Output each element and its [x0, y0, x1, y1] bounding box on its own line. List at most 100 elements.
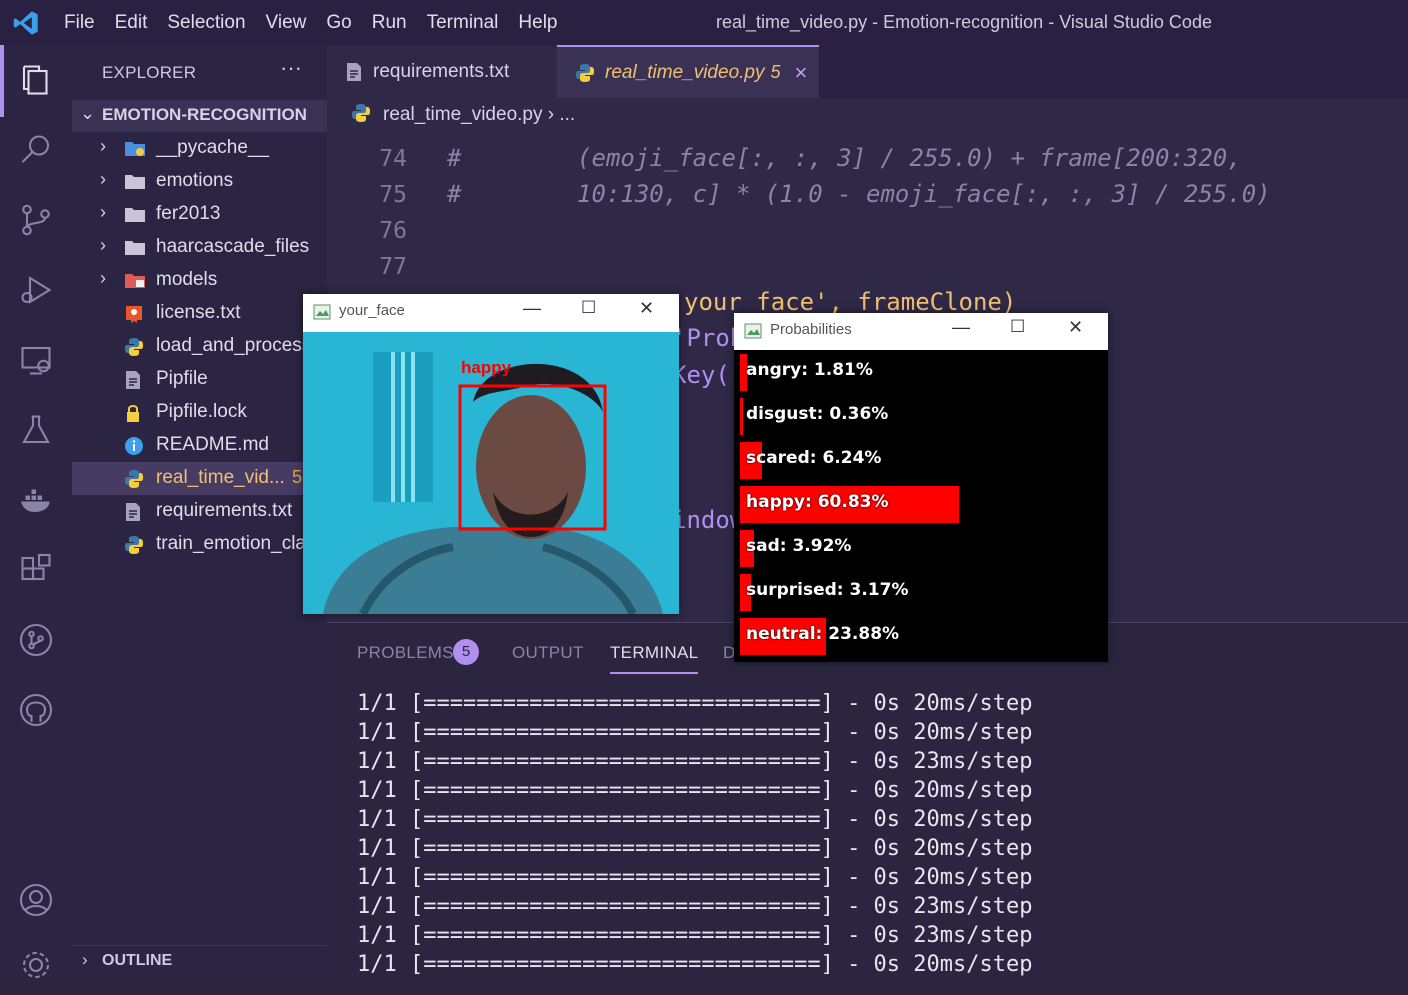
- window-title: Probabilities: [770, 321, 852, 338]
- tree-folder[interactable]: › models: [72, 264, 327, 297]
- menu-view[interactable]: View: [266, 12, 307, 34]
- terminal-line: 1/1 [==============================] - 0…: [357, 894, 1033, 919]
- line-number: 74: [379, 146, 407, 172]
- tab-terminal[interactable]: TERMINAL: [610, 643, 699, 674]
- tree-file[interactable]: real_time_vid... 5: [72, 462, 327, 495]
- activity-active-indicator: [0, 45, 4, 117]
- github-activity[interactable]: [0, 680, 72, 740]
- folder-icon: [124, 205, 146, 225]
- probability-row: neutral: 23.88%: [734, 616, 1108, 656]
- menu-terminal[interactable]: Terminal: [427, 12, 499, 34]
- breadcrumb: real_time_video.py › ...: [327, 98, 1408, 132]
- breadcrumb-file[interactable]: real_time_video.py › ...: [383, 104, 575, 126]
- probability-row: disgust: 0.36%: [734, 396, 1108, 436]
- probabilities-window[interactable]: Probabilities — ☐ ✕ angry: 1.81% disgust:…: [734, 313, 1108, 662]
- more-actions-button[interactable]: ···: [280, 55, 302, 81]
- problem-count-badge: 5: [292, 467, 303, 487]
- menu-file[interactable]: File: [64, 12, 95, 34]
- chevron-right-icon: ›: [82, 950, 88, 969]
- tab-problems[interactable]: PROBLEMS: [357, 643, 454, 663]
- python-icon: [576, 63, 594, 82]
- folder-red-icon: [124, 271, 146, 291]
- probability-row: sad: 3.92%: [734, 528, 1108, 568]
- chevron-right-icon: ›: [100, 235, 106, 255]
- tab-real-time-video[interactable]: real_time_video.py 5 ×: [557, 45, 819, 98]
- webcam-frame: happy: [303, 332, 679, 614]
- workspace-folder-header[interactable]: ⌄ EMOTION-RECOGNITION: [72, 100, 327, 132]
- menu-bar: File Edit Selection View Go Run Terminal…: [54, 0, 568, 45]
- tree-file[interactable]: requirements.txt: [72, 495, 327, 528]
- search-activity[interactable]: [0, 120, 72, 180]
- tree-item-label: __pycache__: [156, 137, 270, 158]
- terminal-line: 1/1 [==============================] - 0…: [357, 749, 1033, 774]
- tree-folder[interactable]: › emotions: [72, 165, 327, 198]
- window-app-icon: [744, 323, 762, 339]
- folder-icon: [124, 238, 146, 258]
- flask-icon: [22, 415, 50, 444]
- gear-icon: [22, 951, 50, 979]
- menu-run[interactable]: Run: [372, 12, 407, 34]
- close-icon[interactable]: ✕: [1068, 317, 1083, 338]
- source-control-activity[interactable]: [0, 190, 72, 250]
- docker-icon: [21, 489, 50, 512]
- manage-activity[interactable]: [0, 935, 72, 995]
- testing-activity[interactable]: [0, 400, 72, 460]
- tree-file[interactable]: license.txt: [72, 297, 327, 330]
- workspace-folder-name: EMOTION-RECOGNITION: [102, 105, 307, 124]
- files-icon: [22, 65, 48, 95]
- probability-label: sad: 3.92%: [746, 536, 852, 556]
- menu-help[interactable]: Help: [518, 12, 557, 34]
- minimize-icon[interactable]: —: [952, 317, 970, 338]
- probability-row: surprised: 3.17%: [734, 572, 1108, 612]
- tree-folder[interactable]: › __pycache__: [72, 132, 327, 165]
- search-icon: [21, 135, 50, 163]
- maximize-icon[interactable]: ☐: [581, 298, 596, 318]
- activity-bar: [0, 45, 72, 979]
- extensions-activity[interactable]: [0, 540, 72, 600]
- tree-item-label: train_emotion_classifier.py: [156, 533, 327, 554]
- accounts-activity[interactable]: [0, 870, 72, 930]
- probability-label: happy: 60.83%: [746, 492, 889, 512]
- tree-file[interactable]: load_and_process.py: [72, 330, 327, 363]
- tree-file[interactable]: Pipfile.lock: [72, 396, 327, 429]
- tree-folder[interactable]: › haarcascade_files: [72, 231, 327, 264]
- run-debug-activity[interactable]: [0, 260, 72, 320]
- extensions-icon: [21, 553, 51, 581]
- close-icon[interactable]: ×: [795, 60, 808, 86]
- tree-item-label: README.md: [156, 434, 269, 455]
- line-number: 75: [379, 182, 407, 208]
- emotion-label: happy: [461, 358, 512, 377]
- problems-badge: 5: [453, 639, 479, 665]
- git-graph-activity[interactable]: [0, 610, 72, 670]
- window-app-icon: [313, 304, 331, 320]
- outline-section[interactable]: › OUTLINE: [72, 945, 327, 972]
- tree-file[interactable]: README.md: [72, 429, 327, 462]
- probability-label: scared: 6.24%: [746, 448, 882, 468]
- explorer-activity[interactable]: [0, 50, 72, 110]
- tree-item-label: haarcascade_files: [156, 236, 310, 257]
- terminal-line: 1/1 [==============================] - 0…: [357, 807, 1033, 832]
- remote-explorer-activity[interactable]: [0, 330, 72, 390]
- chevron-right-icon: ›: [100, 202, 106, 222]
- menu-selection[interactable]: Selection: [167, 12, 245, 34]
- tab-output[interactable]: OUTPUT: [512, 643, 584, 663]
- terminal-line: 1/1 [==============================] - 0…: [357, 836, 1033, 861]
- probability-row: scared: 6.24%: [734, 440, 1108, 480]
- menu-go[interactable]: Go: [326, 12, 351, 34]
- editor-tabs: requirements.txt real_time_video.py 5 ×: [327, 45, 1408, 98]
- close-icon[interactable]: ✕: [639, 298, 654, 319]
- terminal-line: 1/1 [==============================] - 0…: [357, 778, 1033, 803]
- docker-activity[interactable]: [0, 470, 72, 530]
- your-face-window[interactable]: your_face — ☐ ✕ happy: [303, 294, 679, 614]
- tree-file[interactable]: train_emotion_classifier.py: [72, 528, 327, 561]
- maximize-icon[interactable]: ☐: [1010, 317, 1025, 337]
- tree-file[interactable]: Pipfile: [72, 363, 327, 396]
- minimize-icon[interactable]: —: [523, 298, 541, 319]
- tree-item-label: Pipfile.lock: [156, 401, 247, 422]
- code-fragment: Key(: [672, 361, 730, 389]
- tab-requirements[interactable]: requirements.txt: [327, 45, 557, 98]
- window-title: your_face: [339, 302, 405, 319]
- menu-edit[interactable]: Edit: [115, 12, 148, 34]
- python-icon: [124, 469, 146, 489]
- tree-folder[interactable]: › fer2013: [72, 198, 327, 231]
